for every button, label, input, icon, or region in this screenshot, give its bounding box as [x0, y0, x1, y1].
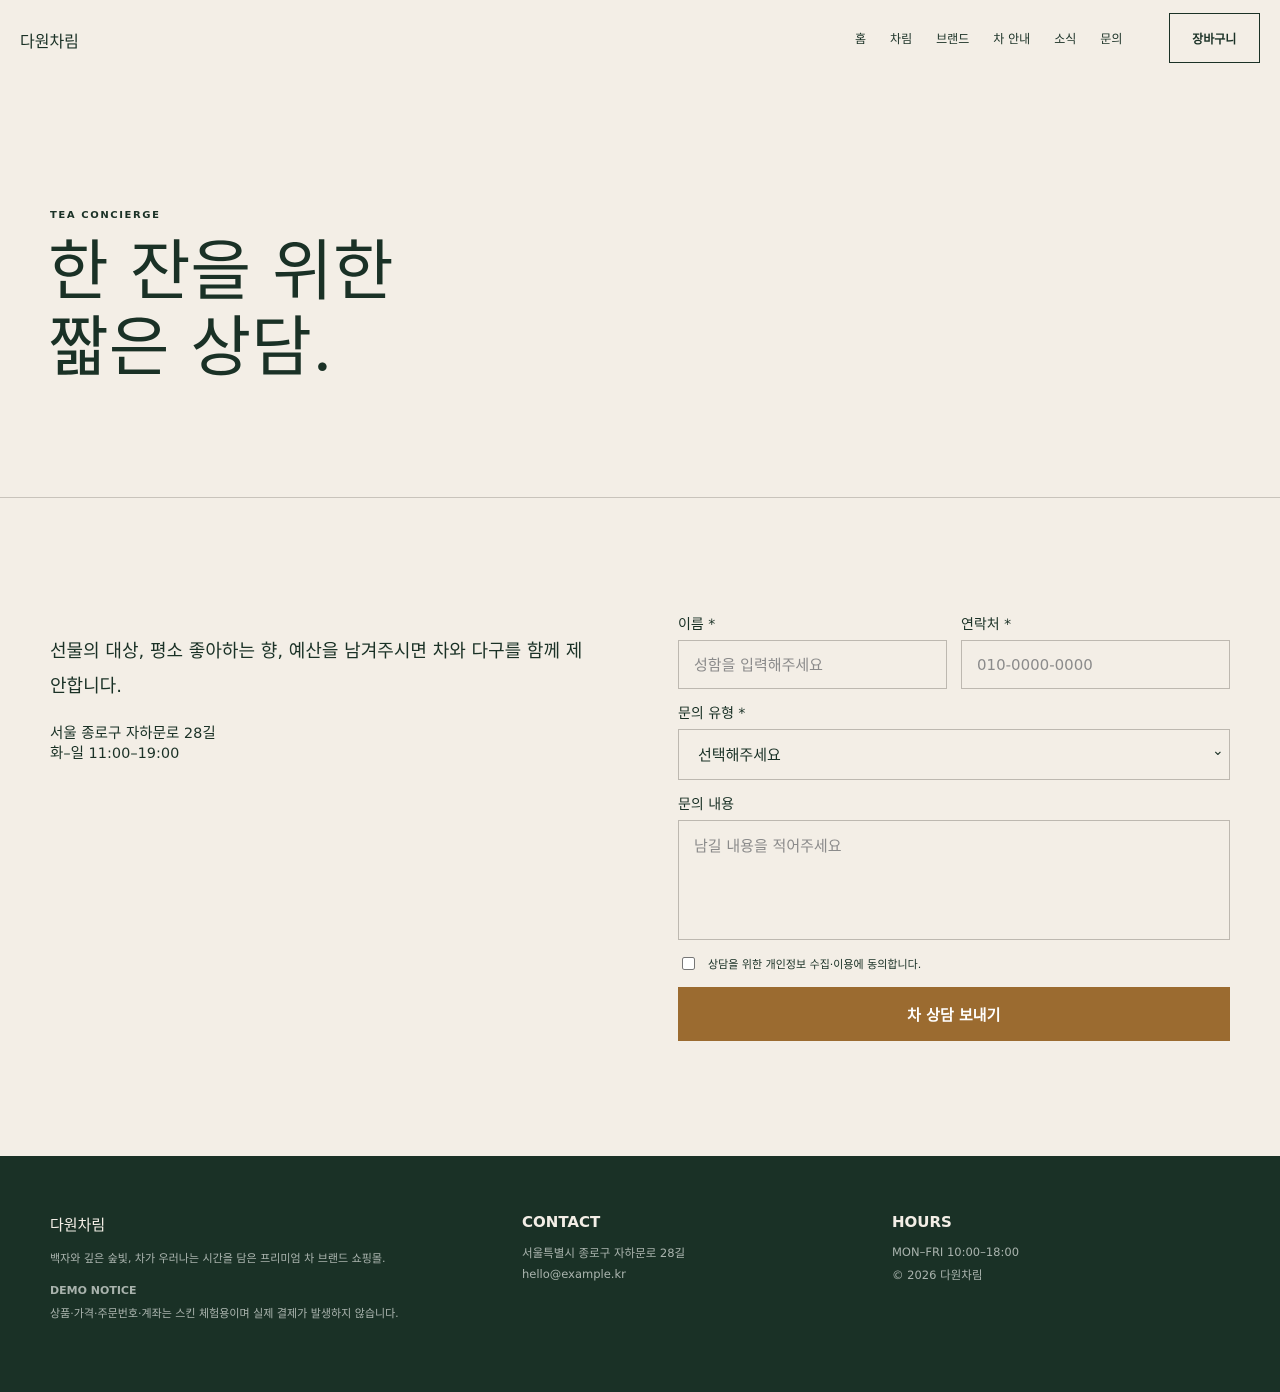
contact-email[interactable]: hello@example.kr [522, 1267, 626, 1281]
consent-label[interactable]: 상담을 위한 개인정보 수집·이용에 동의합니다. [708, 956, 921, 972]
cart-button[interactable]: 장바구니 [1169, 13, 1260, 63]
hero-title: 한 잔을 위한 짧은 상담. [48, 233, 394, 386]
phone-label: 연락처 * [961, 617, 1012, 633]
nav-inquiry[interactable]: 문의 [1100, 30, 1122, 47]
section-divider [0, 497, 1280, 498]
phone-input[interactable] [961, 640, 1230, 689]
submit-button[interactable]: 차 상담 보내기 [678, 987, 1230, 1041]
name-label: 이름 * [678, 617, 716, 633]
consent-checkbox[interactable] [682, 957, 695, 970]
nav-news[interactable]: 소식 [1054, 30, 1076, 47]
store-address: 서울 종로구 자하문로 28길 [50, 726, 216, 742]
type-label: 문의 유형 * [678, 706, 746, 722]
message-textarea[interactable] [678, 820, 1230, 940]
site-footer: 다원차림 백자와 깊은 숲빛, 차가 우러나는 시간을 담은 프리미엄 차 브랜… [0, 1156, 1280, 1392]
footer-hours: MON–FRI 10:00–18:00 [892, 1245, 1020, 1259]
contact-address: 서울특별시 종로구 자하문로 28길 [522, 1246, 686, 1260]
nav-tea-guide[interactable]: 차 안내 [993, 30, 1030, 47]
message-label: 문의 내용 [678, 797, 734, 813]
contact-heading: CONTACT [522, 1213, 601, 1231]
inquiry-type-select[interactable]: 선택해주세요 [678, 729, 1230, 780]
site-logo[interactable]: 다원차림 [20, 28, 79, 52]
demo-notice-text: 상품·가격·주문번호·계좌는 스킨 체험용이며 실제 결제가 발생하지 않습니다… [50, 1307, 399, 1320]
copyright: © 2026 다원차림 [892, 1268, 983, 1282]
site-header: 다원차림 홈 차림 브랜드 차 안내 소식 문의 장바구니 [0, 0, 1280, 78]
main-nav: 홈 차림 브랜드 차 안내 소식 문의 [855, 30, 1146, 47]
intro-text: 선물의 대상, 평소 좋아하는 향, 예산을 남겨주시면 차와 다구를 함께 제… [50, 641, 583, 697]
nav-charim[interactable]: 차림 [890, 30, 912, 47]
name-input[interactable] [678, 640, 947, 689]
nav-home[interactable]: 홈 [855, 30, 866, 47]
store-hours: 화–일 11:00–19:00 [50, 746, 180, 762]
hero-eyebrow: TEA CONCIERGE [50, 210, 161, 221]
nav-brand[interactable]: 브랜드 [936, 30, 969, 47]
footer-brand: 다원차림 [50, 1216, 106, 1234]
hours-heading: HOURS [892, 1213, 952, 1231]
footer-tagline: 백자와 깊은 숲빛, 차가 우러나는 시간을 담은 프리미엄 차 브랜드 쇼핑몰… [50, 1252, 386, 1265]
store-info: 서울 종로구 자하문로 28길 화–일 11:00–19:00 [50, 724, 216, 764]
demo-notice-title: DEMO NOTICE [50, 1284, 137, 1297]
